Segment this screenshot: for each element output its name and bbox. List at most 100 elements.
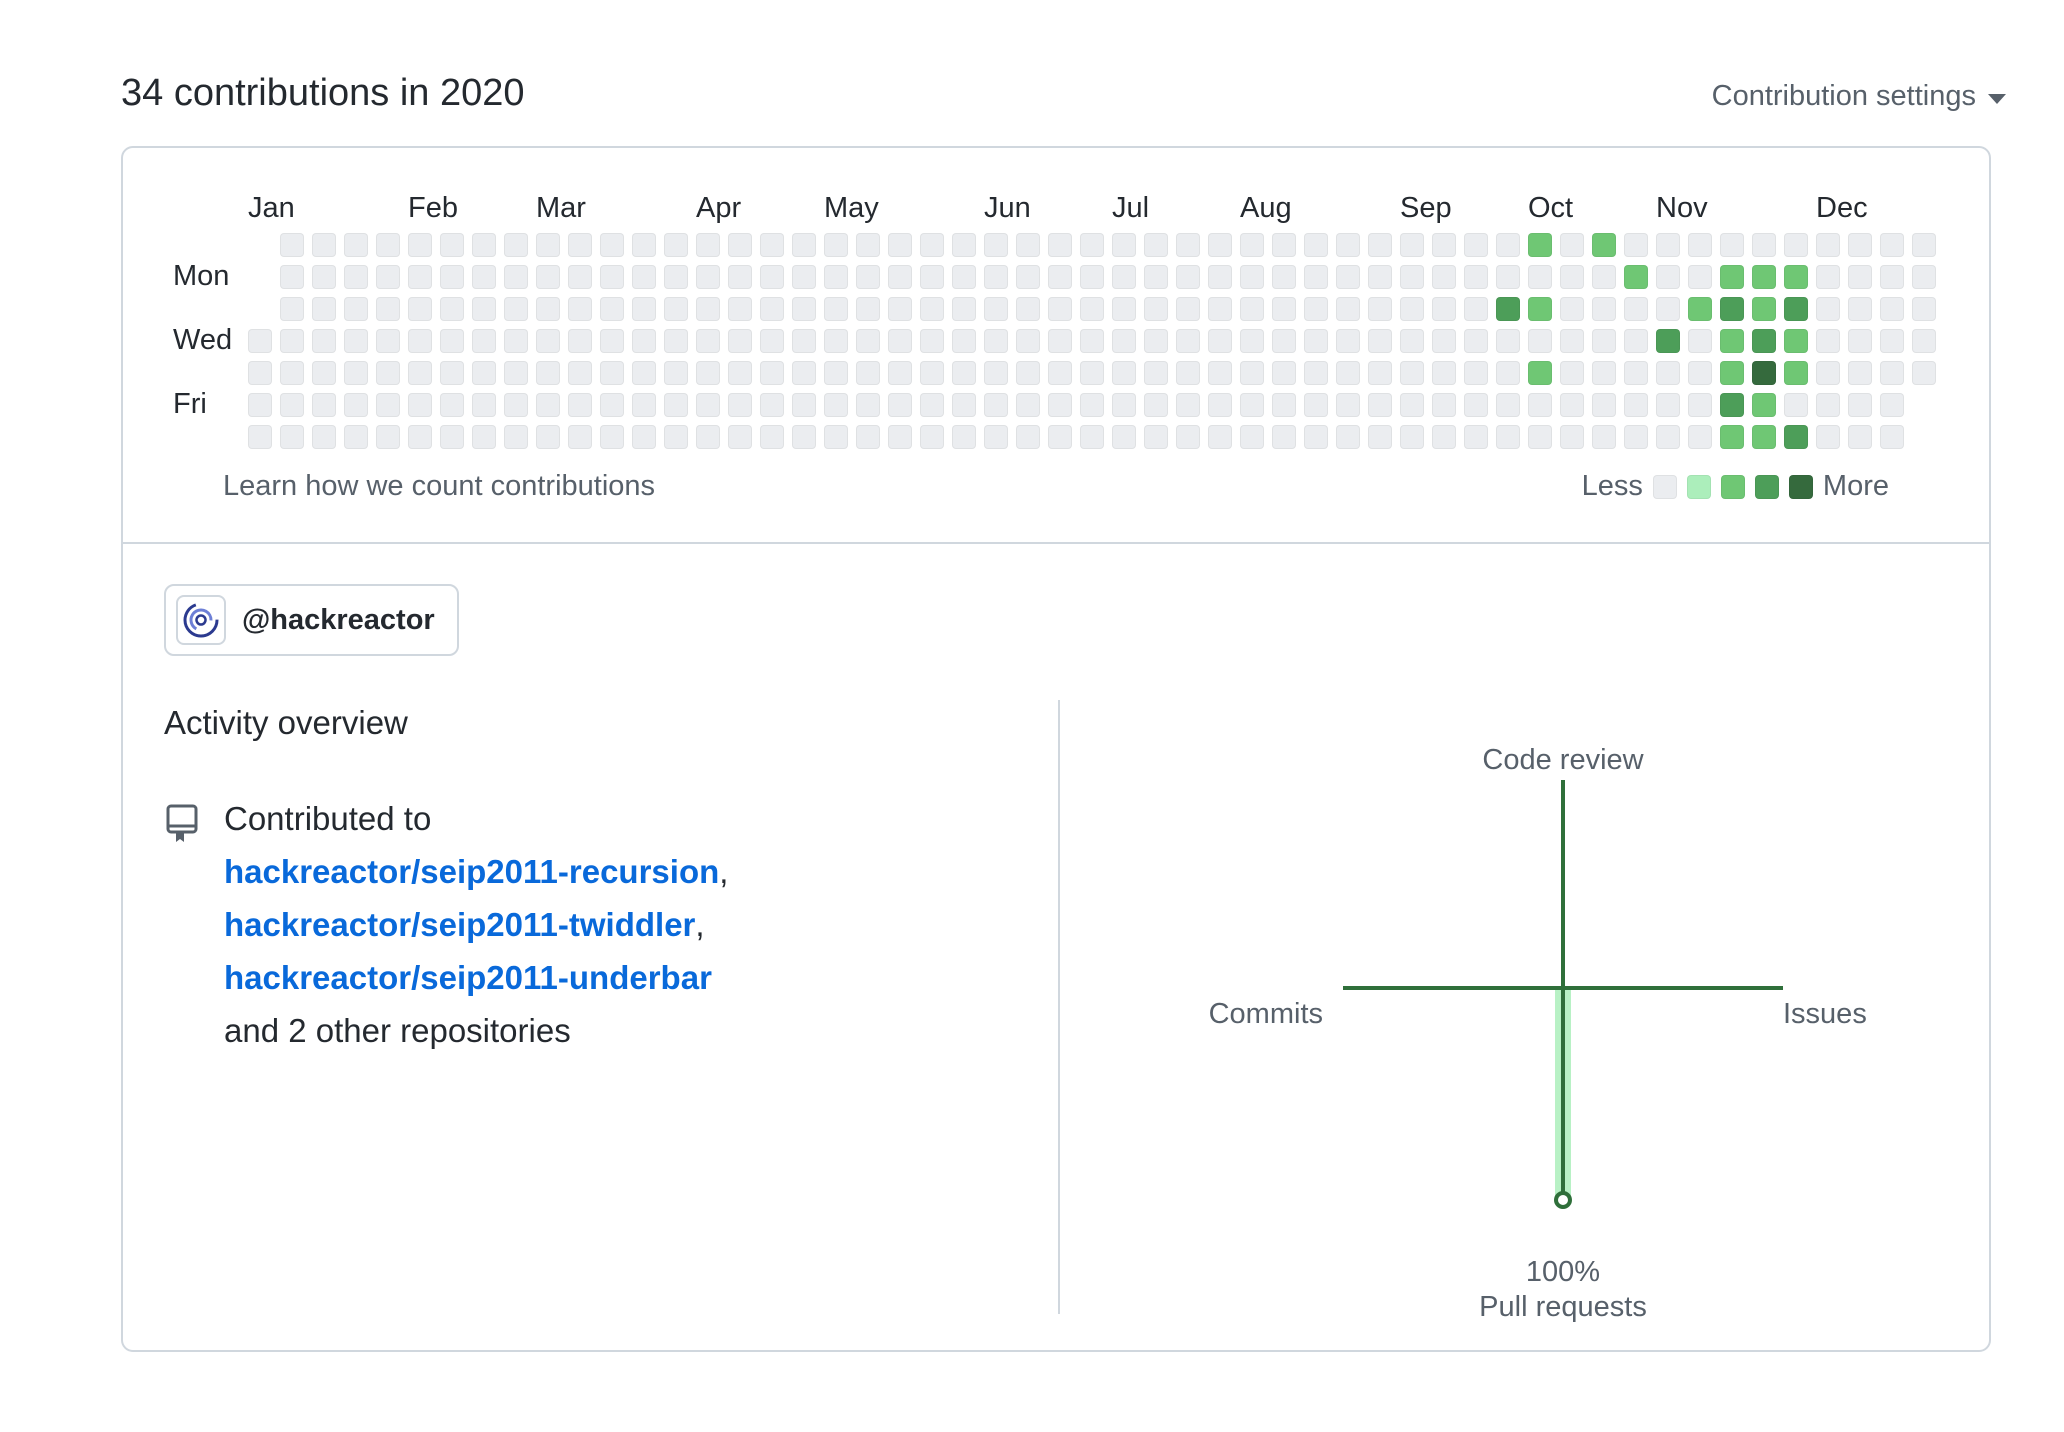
day-cell[interactable] — [1144, 297, 1168, 321]
day-cell[interactable] — [1464, 297, 1488, 321]
day-cell[interactable] — [1496, 425, 1520, 449]
day-cell[interactable] — [952, 297, 976, 321]
day-cell[interactable] — [1560, 329, 1584, 353]
day-cell[interactable] — [1816, 297, 1840, 321]
day-cell[interactable] — [1496, 361, 1520, 385]
day-cell[interactable] — [1912, 265, 1936, 289]
day-cell[interactable] — [600, 425, 624, 449]
day-cell[interactable] — [1624, 329, 1648, 353]
day-cell[interactable] — [312, 329, 336, 353]
day-cell[interactable] — [1016, 329, 1040, 353]
day-cell[interactable] — [568, 233, 592, 257]
day-cell[interactable] — [1080, 233, 1104, 257]
day-cell[interactable] — [824, 361, 848, 385]
day-cell[interactable] — [856, 233, 880, 257]
day-cell[interactable] — [1592, 329, 1616, 353]
day-cell[interactable] — [1144, 361, 1168, 385]
day-cell[interactable] — [1272, 329, 1296, 353]
day-cell[interactable] — [1144, 265, 1168, 289]
day-cell[interactable] — [1656, 297, 1680, 321]
day-cell[interactable] — [984, 297, 1008, 321]
day-cell[interactable] — [600, 361, 624, 385]
day-cell[interactable] — [1400, 425, 1424, 449]
day-cell[interactable] — [1688, 329, 1712, 353]
day-cell[interactable] — [1528, 329, 1552, 353]
day-cell[interactable] — [1240, 265, 1264, 289]
day-cell[interactable] — [312, 265, 336, 289]
day-cell[interactable] — [1176, 425, 1200, 449]
day-cell[interactable] — [504, 393, 528, 417]
day-cell[interactable] — [344, 297, 368, 321]
day-cell[interactable] — [312, 297, 336, 321]
day-cell[interactable] — [1784, 329, 1808, 353]
day-cell[interactable] — [696, 265, 720, 289]
day-cell[interactable] — [632, 233, 656, 257]
day-cell[interactable] — [1400, 297, 1424, 321]
day-cell[interactable] — [1080, 393, 1104, 417]
day-cell[interactable] — [1592, 233, 1616, 257]
day-cell[interactable] — [632, 297, 656, 321]
day-cell[interactable] — [824, 297, 848, 321]
day-cell[interactable] — [1528, 265, 1552, 289]
day-cell[interactable] — [1368, 329, 1392, 353]
repo-link-recursion[interactable]: hackreactor/seip2011-recursion — [224, 853, 719, 890]
day-cell[interactable] — [1432, 265, 1456, 289]
day-cell[interactable] — [1784, 393, 1808, 417]
day-cell[interactable] — [408, 265, 432, 289]
day-cell[interactable] — [1560, 265, 1584, 289]
day-cell[interactable] — [1240, 297, 1264, 321]
day-cell[interactable] — [1816, 361, 1840, 385]
day-cell[interactable] — [440, 297, 464, 321]
day-cell[interactable] — [664, 265, 688, 289]
day-cell[interactable] — [344, 425, 368, 449]
day-cell[interactable] — [1016, 297, 1040, 321]
repo-link-twiddler[interactable]: hackreactor/seip2011-twiddler — [224, 906, 695, 943]
day-cell[interactable] — [1560, 361, 1584, 385]
day-cell[interactable] — [888, 297, 912, 321]
day-cell[interactable] — [1432, 329, 1456, 353]
day-cell[interactable] — [824, 233, 848, 257]
day-cell[interactable] — [1528, 361, 1552, 385]
day-cell[interactable] — [664, 361, 688, 385]
day-cell[interactable] — [920, 329, 944, 353]
day-cell[interactable] — [1784, 361, 1808, 385]
day-cell[interactable] — [1528, 233, 1552, 257]
day-cell[interactable] — [1816, 233, 1840, 257]
day-cell[interactable] — [920, 233, 944, 257]
day-cell[interactable] — [792, 265, 816, 289]
day-cell[interactable] — [1592, 425, 1616, 449]
day-cell[interactable] — [1624, 233, 1648, 257]
day-cell[interactable] — [1304, 361, 1328, 385]
day-cell[interactable] — [1336, 425, 1360, 449]
day-cell[interactable] — [792, 393, 816, 417]
day-cell[interactable] — [824, 329, 848, 353]
day-cell[interactable] — [600, 393, 624, 417]
day-cell[interactable] — [856, 393, 880, 417]
day-cell[interactable] — [1048, 265, 1072, 289]
day-cell[interactable] — [1016, 393, 1040, 417]
day-cell[interactable] — [1304, 233, 1328, 257]
day-cell[interactable] — [632, 265, 656, 289]
day-cell[interactable] — [600, 329, 624, 353]
day-cell[interactable] — [1176, 329, 1200, 353]
day-cell[interactable] — [728, 233, 752, 257]
day-cell[interactable] — [920, 425, 944, 449]
day-cell[interactable] — [1112, 297, 1136, 321]
day-cell[interactable] — [1720, 329, 1744, 353]
day-cell[interactable] — [504, 329, 528, 353]
day-cell[interactable] — [1464, 361, 1488, 385]
day-cell[interactable] — [1688, 233, 1712, 257]
repo-link-underbar[interactable]: hackreactor/seip2011-underbar — [224, 959, 712, 996]
day-cell[interactable] — [1656, 361, 1680, 385]
day-cell[interactable] — [1496, 329, 1520, 353]
day-cell[interactable] — [1336, 265, 1360, 289]
day-cell[interactable] — [280, 361, 304, 385]
day-cell[interactable] — [1048, 297, 1072, 321]
org-filter-button[interactable]: @hackreactor — [164, 584, 459, 656]
day-cell[interactable] — [1048, 393, 1072, 417]
day-cell[interactable] — [1272, 233, 1296, 257]
day-cell[interactable] — [920, 361, 944, 385]
day-cell[interactable] — [1400, 329, 1424, 353]
day-cell[interactable] — [1592, 361, 1616, 385]
day-cell[interactable] — [1080, 329, 1104, 353]
